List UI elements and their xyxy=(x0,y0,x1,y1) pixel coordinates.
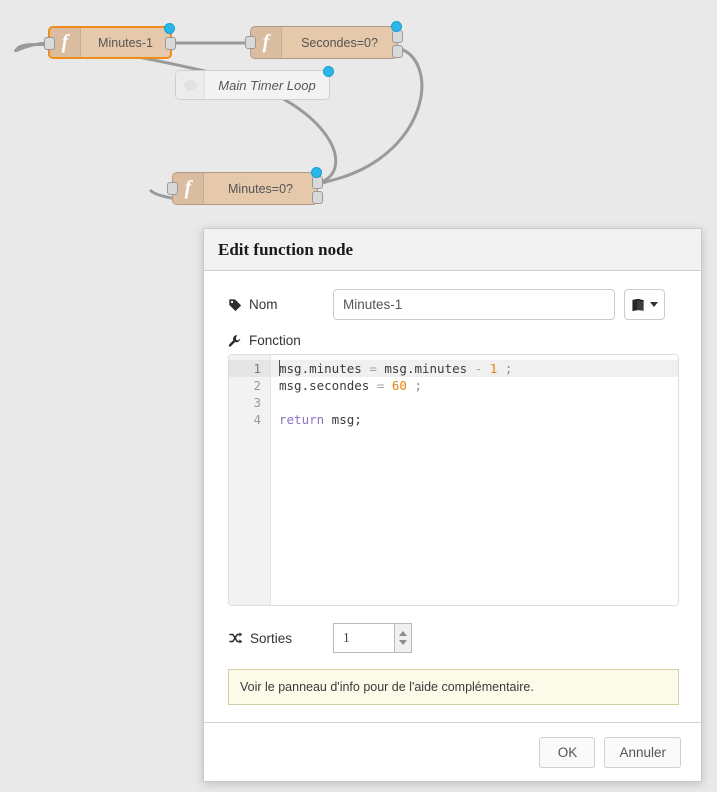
flow-node-label: Main Timer Loop xyxy=(218,77,316,93)
dialog-title: Edit function node xyxy=(218,239,354,259)
dialog-body: Nom Fonct xyxy=(204,271,701,722)
code-token: - xyxy=(474,361,490,376)
outputs-input[interactable] xyxy=(333,623,394,653)
flow-node-minutes-0[interactable]: f Minutes=0? xyxy=(167,167,323,205)
function-label-text: Fonction xyxy=(249,333,301,348)
flow-node-minutes-1[interactable]: f Minutes-1 xyxy=(44,23,176,59)
shuffle-icon xyxy=(228,631,243,645)
node-input-port[interactable] xyxy=(167,182,178,195)
flow-node-label: Minutes=0? xyxy=(228,181,293,196)
code-token: msg.minutes xyxy=(279,361,370,376)
wrench-icon xyxy=(228,334,242,348)
name-form-row: Nom xyxy=(228,289,677,320)
edit-function-node-dialog: Edit function node Nom Minutes-1 Fonctio… xyxy=(203,228,702,782)
wire-minutes0-to-minutes1 xyxy=(14,41,338,185)
cancel-button[interactable]: Annuler xyxy=(604,736,681,768)
editor-code-line: msg.secondes = 60 ; xyxy=(271,377,678,394)
spinner-down-icon[interactable] xyxy=(399,640,407,645)
code-token: ; xyxy=(414,378,423,393)
flow-node-label: Minutes-1 xyxy=(98,35,153,50)
tag-icon xyxy=(228,298,242,312)
editor-line-number: 2 xyxy=(253,378,261,393)
editor-code-line xyxy=(271,394,678,411)
function-label: Fonction xyxy=(228,333,677,348)
text-caret xyxy=(279,360,280,376)
outputs-label: Sorties xyxy=(228,631,333,646)
code-token: msg; xyxy=(324,412,362,427)
app-root: f Minutes-1 f Secondes=0? Main Timer Loo… xyxy=(0,0,717,792)
outputs-stepper[interactable] xyxy=(333,623,412,653)
editor-line-number: 4 xyxy=(253,412,261,427)
editor-line-number: 1 xyxy=(229,360,270,377)
node-status-dot xyxy=(391,21,402,32)
chevron-down-icon xyxy=(650,302,658,307)
node-output-port-2[interactable] xyxy=(392,45,403,58)
node-output-port-2[interactable] xyxy=(312,191,323,204)
function-code-editor[interactable]: 1234 msg.minutes = msg.minutes - 1 ; msg.… xyxy=(228,354,679,606)
outputs-spinner[interactable] xyxy=(394,623,412,653)
comment-bubble-icon xyxy=(176,71,205,99)
code-token: = xyxy=(369,361,385,376)
editor-code-line: msg.minutes = msg.minutes - 1 ; xyxy=(271,360,678,377)
code-token: msg.minutes xyxy=(384,361,475,376)
flow-node-label: Secondes=0? xyxy=(301,35,378,50)
node-input-port[interactable] xyxy=(245,36,256,49)
book-icon xyxy=(632,298,644,311)
spinner-up-icon[interactable] xyxy=(399,631,407,636)
editor-code-line: return msg; xyxy=(271,411,678,428)
outputs-form-row: Sorties xyxy=(228,623,677,653)
editor-line-number: 3 xyxy=(253,395,261,410)
node-status-dot xyxy=(164,23,175,34)
code-token: ; xyxy=(504,361,513,376)
node-input-port[interactable] xyxy=(44,37,55,50)
name-label: Nom xyxy=(228,297,333,312)
node-output-port-1[interactable] xyxy=(392,30,403,43)
code-token: 60 xyxy=(391,378,415,393)
ok-button[interactable]: OK xyxy=(539,736,596,768)
outputs-label-text: Sorties xyxy=(250,630,293,646)
name-label-text: Nom xyxy=(249,297,278,312)
node-output-port-1[interactable] xyxy=(312,176,323,189)
dialog-header: Edit function node xyxy=(204,229,701,271)
name-input[interactable] xyxy=(333,289,615,320)
code-token: msg.secondes xyxy=(279,378,377,393)
library-dropdown-button[interactable] xyxy=(624,289,665,320)
help-notice: Voir le panneau d'info pour de l'aide co… xyxy=(228,669,679,705)
dialog-footer: OK Annuler xyxy=(204,722,701,781)
code-token: = xyxy=(376,378,392,393)
flow-node-main-timer-loop[interactable]: Main Timer Loop xyxy=(175,66,334,100)
editor-gutter: 12 3 4 xyxy=(229,355,271,605)
node-output-port[interactable] xyxy=(165,37,176,50)
flow-node-secondes-0[interactable]: f Secondes=0? xyxy=(245,21,403,59)
node-status-dot xyxy=(323,66,334,77)
code-token: return xyxy=(279,412,325,427)
node-status-dot xyxy=(311,167,322,178)
code-token: 1 xyxy=(489,361,505,376)
editor-code-area[interactable]: msg.minutes = msg.minutes - 1 ; msg.secon… xyxy=(271,355,678,605)
